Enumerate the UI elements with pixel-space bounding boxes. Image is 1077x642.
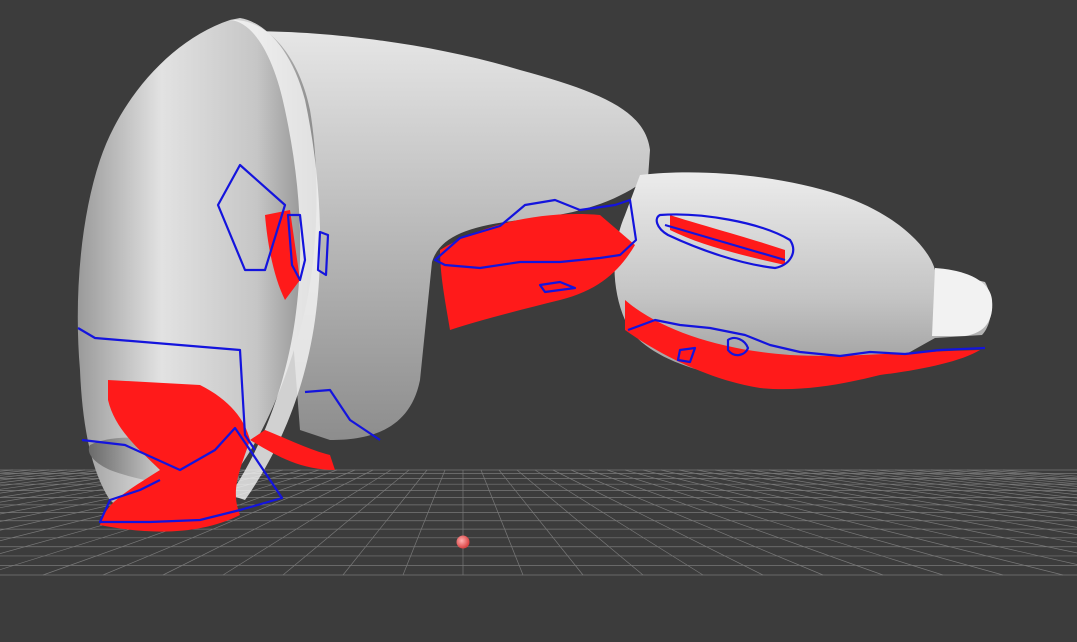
build-plate-marker[interactable] [456,535,470,549]
grid-line [660,469,1077,565]
scene-canvas[interactable] [0,0,1077,642]
grid-line [342,469,428,576]
model-snout-tip [932,268,993,336]
grid-line [822,469,1077,503]
model-mesh[interactable] [77,18,993,532]
grid-line [570,469,824,576]
grid-line [1002,469,1077,477]
grid-line [750,469,1077,522]
grid-line [804,469,1077,507]
3d-viewport[interactable] [0,0,1077,642]
grid-line [402,469,446,576]
grid-line [588,469,884,576]
grid-line [516,469,644,576]
grid-line [480,469,524,576]
grid-line [282,469,410,576]
grid-line [534,469,704,576]
grid-line [498,469,584,576]
